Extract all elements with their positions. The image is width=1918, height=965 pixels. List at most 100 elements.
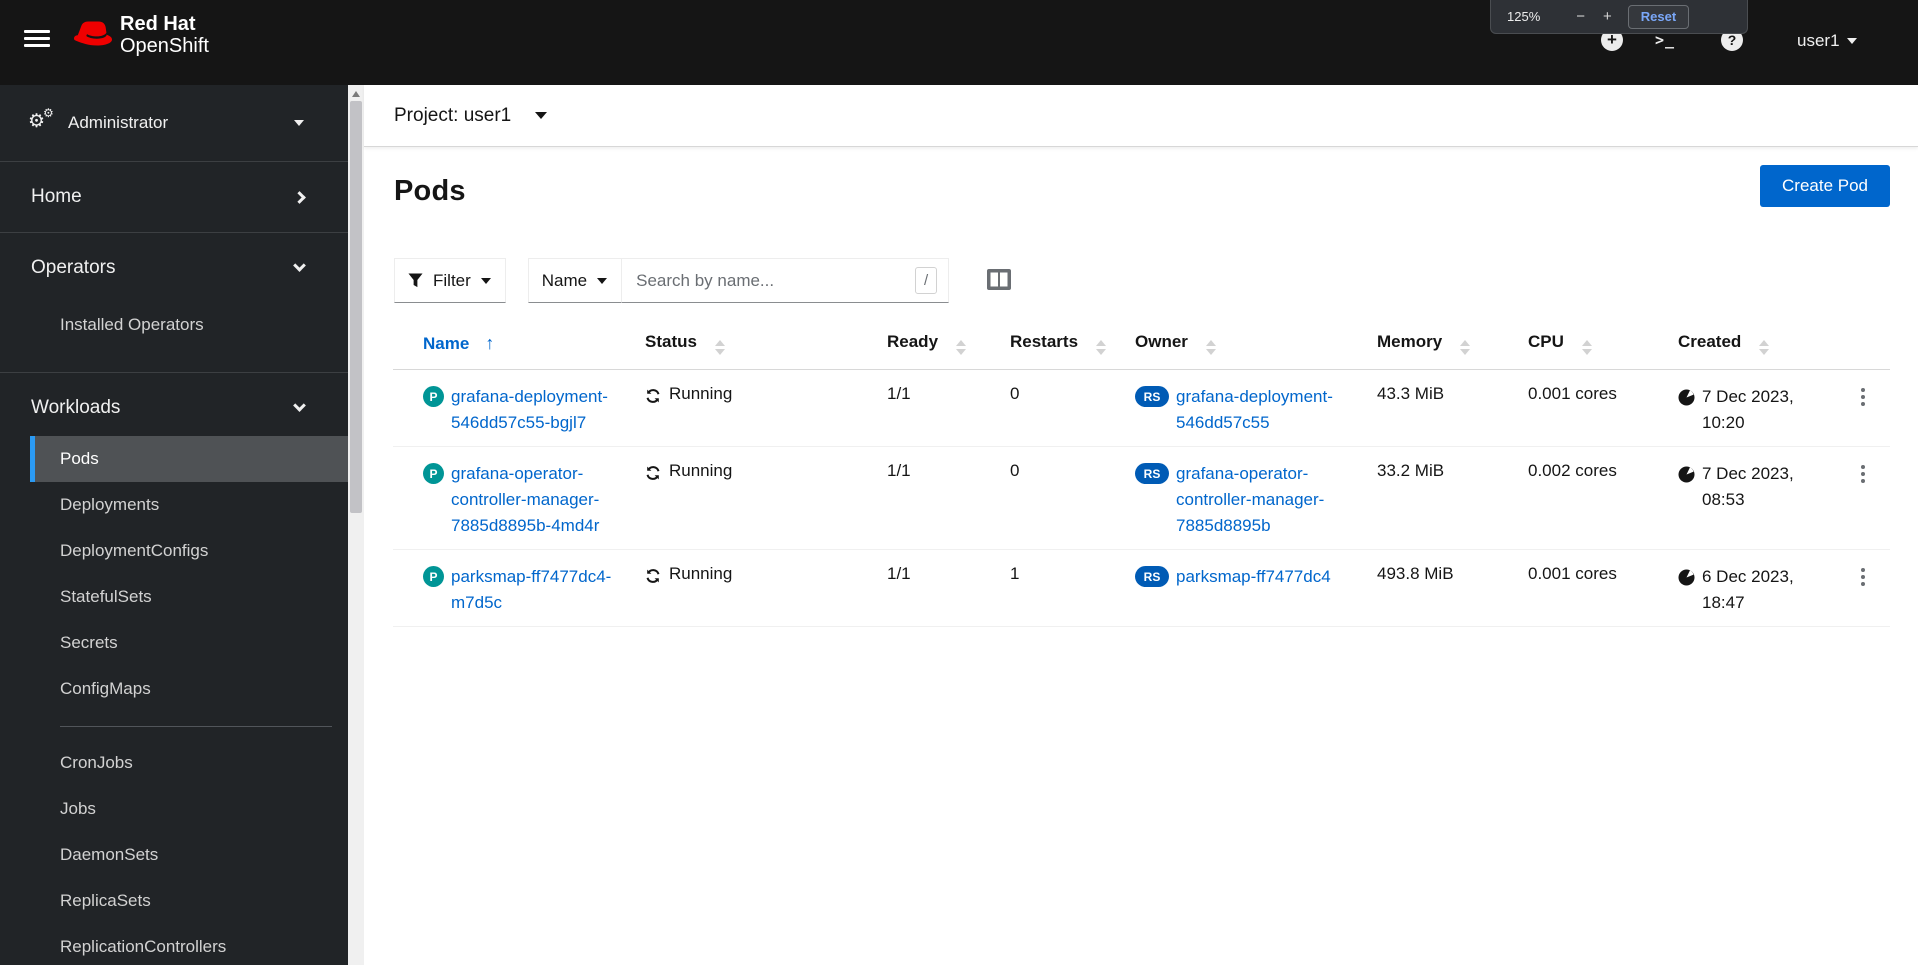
sidebar-item-deployments[interactable]: Deployments [0,482,348,528]
kebab-menu-icon[interactable] [1853,568,1873,586]
sidebar-section-workloads: Workloads Pods Deployments DeploymentCon… [0,373,348,965]
nav-section-label: Workloads [31,396,121,418]
pod-status: Running [669,384,733,403]
sidebar-item-installed-operators[interactable]: Installed Operators [0,302,348,348]
filter-funnel-icon [408,273,423,288]
sidebar-item-deploymentconfigs[interactable]: DeploymentConfigs [0,528,348,574]
pod-badge-icon: P [423,386,444,407]
table-row: P parksmap-ff7477dc4- m7d5c Running 1/1 … [393,549,1890,627]
sidebar-item-statefulsets[interactable]: StatefulSets [0,574,348,620]
timestamp-globe-icon [1678,389,1695,406]
columns-icon [987,269,1012,290]
pod-name-link[interactable]: grafana-deployment- 546dd57c55-bgjl7 [451,384,608,436]
pod-badge-icon: P [423,463,444,484]
sort-icon [714,340,725,355]
sidebar-item-daemonsets[interactable]: DaemonSets [0,832,348,878]
column-header-memory[interactable]: Memory [1361,317,1512,370]
owner-link[interactable]: grafana-operator- controller-manager- 78… [1176,461,1324,539]
sort-icon [1096,340,1107,355]
pod-ready: 1/1 [871,369,994,447]
pod-status: Running [669,564,733,583]
caret-down-icon [535,112,548,119]
sort-icon [956,340,967,355]
chevron-right-icon [293,190,306,204]
product-name: OpenShift [120,35,209,57]
page-header: Pods Create Pod [364,147,1918,211]
perspective-label: Administrator [68,113,169,132]
pod-cpu: 0.001 cores [1512,369,1662,447]
column-header-created[interactable]: Created [1662,317,1820,370]
sidebar-item-cronjobs[interactable]: CronJobs [0,740,348,786]
pod-created: 7 Dec 2023, 10:20 [1702,387,1794,432]
column-header-cpu[interactable]: CPU [1512,317,1662,370]
search-input[interactable] [622,258,950,303]
sidebar-item-configmaps[interactable]: ConfigMaps [0,666,348,712]
kebab-menu-icon[interactable] [1853,465,1873,483]
manage-columns-button[interactable] [987,269,1012,293]
zoom-in-button[interactable]: + [1603,8,1612,25]
sort-icon [1581,340,1592,355]
column-header-actions [1820,317,1890,370]
zoom-reset-button[interactable]: Reset [1627,4,1690,29]
sidebar-item-operators[interactable]: Operators [0,233,348,302]
replicaset-badge-icon: RS [1135,566,1169,587]
pod-restarts: 1 [994,549,1119,627]
main-content: Project: user1 Pods Create Pod Filter Na… [364,85,1918,965]
caret-down-icon [480,277,491,284]
filter-toolbar: Filter Name / [394,258,1890,303]
pod-created: 7 Dec 2023, 08:53 [1702,464,1794,509]
scrollbar-thumb[interactable] [350,101,362,513]
pod-name-link[interactable]: parksmap-ff7477dc4- m7d5c [451,564,611,616]
sort-icon [1205,340,1216,355]
sidebar-item-replicationcontrollers[interactable]: ReplicationControllers [0,924,348,965]
pods-table: Name ↑ Status Ready Restarts Owner Memory [393,317,1890,627]
timestamp-globe-icon [1678,466,1695,483]
owner-link[interactable]: grafana-deployment- 546dd57c55 [1176,384,1333,436]
pod-name-link[interactable]: grafana-operator- controller-manager- 78… [451,461,599,539]
sync-status-icon [646,466,660,480]
nav-section-label: Operators [31,256,116,278]
kebab-menu-icon[interactable] [1853,388,1873,406]
gears-icon: ⚙ ⚙ [28,106,54,132]
sidebar-item-pods[interactable]: Pods [30,436,348,482]
content-scrollbar[interactable] [348,85,364,965]
sort-icon [1460,340,1471,355]
nav-section-label: Home [31,186,82,207]
scrollbar-up-arrow-icon[interactable] [352,91,360,97]
sidebar-item-secrets[interactable]: Secrets [0,620,348,666]
sidebar-item-workloads[interactable]: Workloads [0,373,348,436]
caret-down-icon [294,120,304,126]
sidebar-item-replicasets[interactable]: ReplicaSets [0,878,348,924]
filter-dropdown[interactable]: Filter [394,258,506,303]
page-title: Pods [394,175,466,207]
sidebar-item-jobs[interactable]: Jobs [0,786,348,832]
column-header-owner[interactable]: Owner [1119,317,1361,370]
nav-divider [60,726,332,727]
sidebar-item-home[interactable]: Home [0,162,348,233]
create-pod-button[interactable]: Create Pod [1760,165,1890,207]
table-header-row: Name ↑ Status Ready Restarts Owner Memory [393,317,1890,370]
pod-cpu: 0.002 cores [1512,446,1662,550]
perspective-switcher[interactable]: ⚙ ⚙ Administrator [0,85,348,162]
table-row: P grafana-deployment- 546dd57c55-bgjl7 R… [393,369,1890,447]
column-header-restarts[interactable]: Restarts [994,317,1119,370]
pod-ready: 1/1 [871,549,994,627]
project-bar: Project: user1 [364,85,1918,147]
user-menu[interactable]: user1 [1797,31,1857,51]
column-header-ready[interactable]: Ready [871,317,994,370]
pod-restarts: 0 [994,369,1119,447]
pod-restarts: 0 [994,446,1119,550]
owner-link[interactable]: parksmap-ff7477dc4 [1176,564,1331,590]
zoom-out-button[interactable]: − [1576,8,1585,25]
timestamp-globe-icon [1678,569,1695,586]
pod-status: Running [669,461,733,480]
filter-dropdown-label: Filter [433,270,471,290]
search-field-wrap: / [622,258,950,303]
column-header-status[interactable]: Status [629,317,871,370]
column-header-name[interactable]: Name ↑ [393,317,629,370]
project-selector[interactable]: Project: user1 [394,105,548,127]
nav-toggle-hamburger-icon[interactable] [24,30,50,47]
sort-icon [1759,340,1770,355]
search-type-dropdown[interactable]: Name [527,258,623,303]
red-hat-logo-icon [74,21,112,46]
